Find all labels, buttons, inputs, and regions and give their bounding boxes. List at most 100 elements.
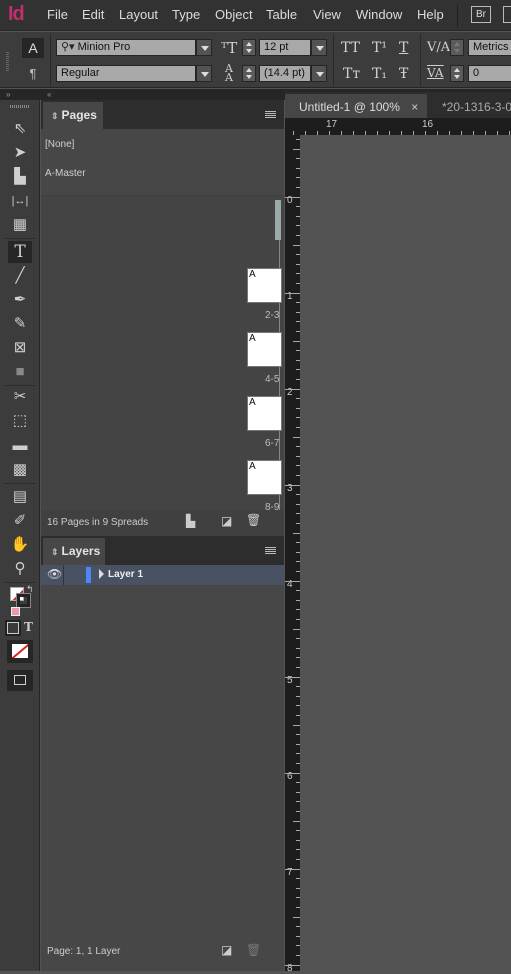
page-thumbnail[interactable]: A bbox=[247, 396, 282, 431]
subscript-button[interactable]: T₁ bbox=[372, 66, 387, 82]
ruler-tick bbox=[285, 868, 300, 870]
ruler-tick bbox=[285, 964, 300, 966]
delete-page-icon[interactable]: 🗑 bbox=[246, 513, 261, 527]
layers-tab[interactable]: ⇕ Layers bbox=[43, 538, 105, 565]
direct-selection-tool[interactable]: ➤ bbox=[8, 142, 32, 164]
font-style-dropdown[interactable] bbox=[196, 65, 212, 82]
tracking-stepper[interactable] bbox=[450, 65, 464, 82]
page-thumbnail[interactable]: A bbox=[247, 332, 282, 367]
default-fill-stroke-icon[interactable] bbox=[11, 607, 20, 616]
gap-tool[interactable]: |↔| bbox=[8, 190, 32, 212]
gradient-feather-tool[interactable]: ▩ bbox=[8, 459, 32, 481]
stroke-swatch[interactable] bbox=[16, 593, 31, 608]
separator bbox=[50, 34, 51, 86]
rectangle-tool[interactable]: ■ bbox=[8, 361, 32, 383]
menu-type[interactable]: Type bbox=[172, 7, 200, 22]
new-page-icon[interactable]: ◪ bbox=[221, 514, 232, 528]
page-thumbnail[interactable]: A bbox=[247, 460, 282, 495]
font-style-field[interactable]: Regular bbox=[56, 65, 196, 82]
menu-object[interactable]: Object bbox=[215, 7, 253, 22]
rectangle-frame-tool[interactable]: ⊠ bbox=[8, 337, 32, 359]
expand-triangle-icon[interactable] bbox=[99, 569, 104, 579]
small-caps-button[interactable]: Tт bbox=[343, 66, 360, 82]
pages-scrollbar-thumb[interactable] bbox=[275, 200, 281, 240]
separator bbox=[420, 34, 421, 86]
master-a[interactable]: A-Master bbox=[45, 168, 86, 179]
hand-tool[interactable]: ✋ bbox=[8, 534, 32, 556]
new-layer-icon[interactable]: ◪ bbox=[221, 943, 232, 957]
formatting-affects-container-icon[interactable] bbox=[5, 620, 21, 636]
vertical-ruler[interactable]: 012345678 bbox=[285, 135, 300, 974]
pages-tab[interactable]: ⇕ Pages bbox=[43, 102, 103, 129]
expand-tools-button[interactable]: » bbox=[6, 90, 10, 99]
line-tool[interactable]: ╱ bbox=[8, 265, 32, 287]
font-family-field[interactable]: ⚲▾ Minion Pro bbox=[56, 39, 196, 56]
kerning-field[interactable]: Metrics bbox=[468, 39, 511, 56]
control-panel-grip[interactable] bbox=[6, 52, 9, 72]
eyedropper-tool[interactable]: ✐ bbox=[8, 510, 32, 532]
collapse-panels-button[interactable]: « bbox=[47, 90, 51, 99]
apply-none-button[interactable] bbox=[7, 640, 33, 663]
superscript-button[interactable]: T¹ bbox=[372, 40, 387, 56]
pen-tool[interactable]: ✒ bbox=[8, 289, 32, 311]
formatting-affects-text-icon[interactable]: T bbox=[24, 620, 33, 634]
font-size-field[interactable]: 12 pt bbox=[259, 39, 311, 56]
layers-panel-menu-icon[interactable] bbox=[265, 547, 276, 555]
screen-mode-button[interactable] bbox=[7, 670, 33, 691]
strikethrough-button[interactable]: Ŧ bbox=[399, 66, 408, 82]
visibility-eye-icon[interactable]: 👁 bbox=[47, 567, 62, 581]
zoom-tool[interactable]: ⚲ bbox=[8, 558, 32, 580]
stock-button[interactable] bbox=[503, 6, 511, 23]
scissors-tool[interactable]: ✂ bbox=[8, 386, 32, 408]
font-family-dropdown[interactable] bbox=[196, 39, 212, 56]
menu-help[interactable]: Help bbox=[417, 7, 444, 22]
type-tool[interactable]: T bbox=[8, 241, 32, 263]
tools-grip[interactable] bbox=[10, 105, 30, 108]
page-tool[interactable]: ▙ bbox=[8, 166, 32, 188]
master-none[interactable]: [None] bbox=[45, 139, 74, 150]
underline-button[interactable]: T bbox=[399, 40, 408, 56]
menu-edit[interactable]: Edit bbox=[82, 7, 104, 22]
menu-layout[interactable]: Layout bbox=[119, 7, 158, 22]
menu-file[interactable]: File bbox=[47, 7, 68, 22]
selection-tool[interactable]: ⇖ bbox=[8, 118, 32, 140]
page-thumbnail[interactable]: A bbox=[247, 268, 282, 303]
menu-window[interactable]: Window bbox=[356, 7, 402, 22]
layers-panel-header: ⇕ Layers bbox=[41, 536, 284, 565]
pages-footer: 16 Pages in 9 Spreads ▙ ◪ 🗑 bbox=[41, 510, 284, 534]
kerning-stepper[interactable] bbox=[450, 39, 464, 56]
document-tab[interactable]: *20-1316-3-05 bbox=[428, 94, 511, 118]
leading-stepper[interactable] bbox=[242, 65, 256, 82]
free-transform-tool[interactable]: ⬚ bbox=[8, 410, 32, 432]
horizontal-ruler[interactable]: 17 16 bbox=[285, 118, 511, 135]
pasteboard[interactable] bbox=[300, 135, 511, 971]
character-formatting-button[interactable]: A bbox=[22, 38, 44, 58]
edit-page-size-icon[interactable]: ▙ bbox=[186, 514, 195, 528]
paragraph-formatting-button[interactable]: ¶ bbox=[22, 64, 44, 84]
layer-name[interactable]: Layer 1 bbox=[108, 569, 143, 580]
bridge-button[interactable]: Br bbox=[471, 6, 491, 23]
gradient-swatch-tool[interactable]: ▬ bbox=[8, 435, 32, 457]
ruler-tick bbox=[293, 244, 300, 246]
ruler-label: 16 bbox=[422, 119, 434, 130]
document-tabs: Untitled-1 @ 100% × *20-1316-3-05 bbox=[285, 92, 511, 118]
close-tab-icon[interactable]: × bbox=[411, 100, 418, 114]
swap-fill-stroke-icon[interactable]: ↰ bbox=[26, 584, 34, 595]
pages-section: A 2-3 A 4-5 A 6-7 A 8-9 bbox=[41, 196, 284, 513]
menu-view[interactable]: View bbox=[313, 7, 341, 22]
font-size-stepper[interactable] bbox=[242, 39, 256, 56]
tools-panel: ⇖ ➤ ▙ |↔| ▦ T ╱ ✒ ✎ ⊠ ■ ✂ ⬚ ▬ ▩ ▤ ✐ ✋ ⚲ … bbox=[0, 100, 40, 971]
content-collector-tool[interactable]: ▦ bbox=[8, 214, 32, 236]
menu-table[interactable]: Table bbox=[266, 7, 297, 22]
note-tool[interactable]: ▤ bbox=[8, 486, 32, 508]
pencil-tool[interactable]: ✎ bbox=[8, 313, 32, 335]
layer-row[interactable]: 👁 Layer 1 bbox=[41, 565, 284, 585]
font-size-dropdown[interactable] bbox=[311, 39, 327, 56]
pages-panel-menu-icon[interactable] bbox=[265, 111, 276, 119]
all-caps-button[interactable]: TT bbox=[341, 40, 360, 56]
delete-layer-icon[interactable]: 🗑 bbox=[246, 943, 261, 957]
tracking-field[interactable]: 0 bbox=[468, 65, 511, 82]
leading-field[interactable]: (14.4 pt) bbox=[259, 65, 311, 82]
leading-dropdown[interactable] bbox=[311, 65, 327, 82]
document-tab-active[interactable]: Untitled-1 @ 100% × bbox=[285, 94, 427, 118]
